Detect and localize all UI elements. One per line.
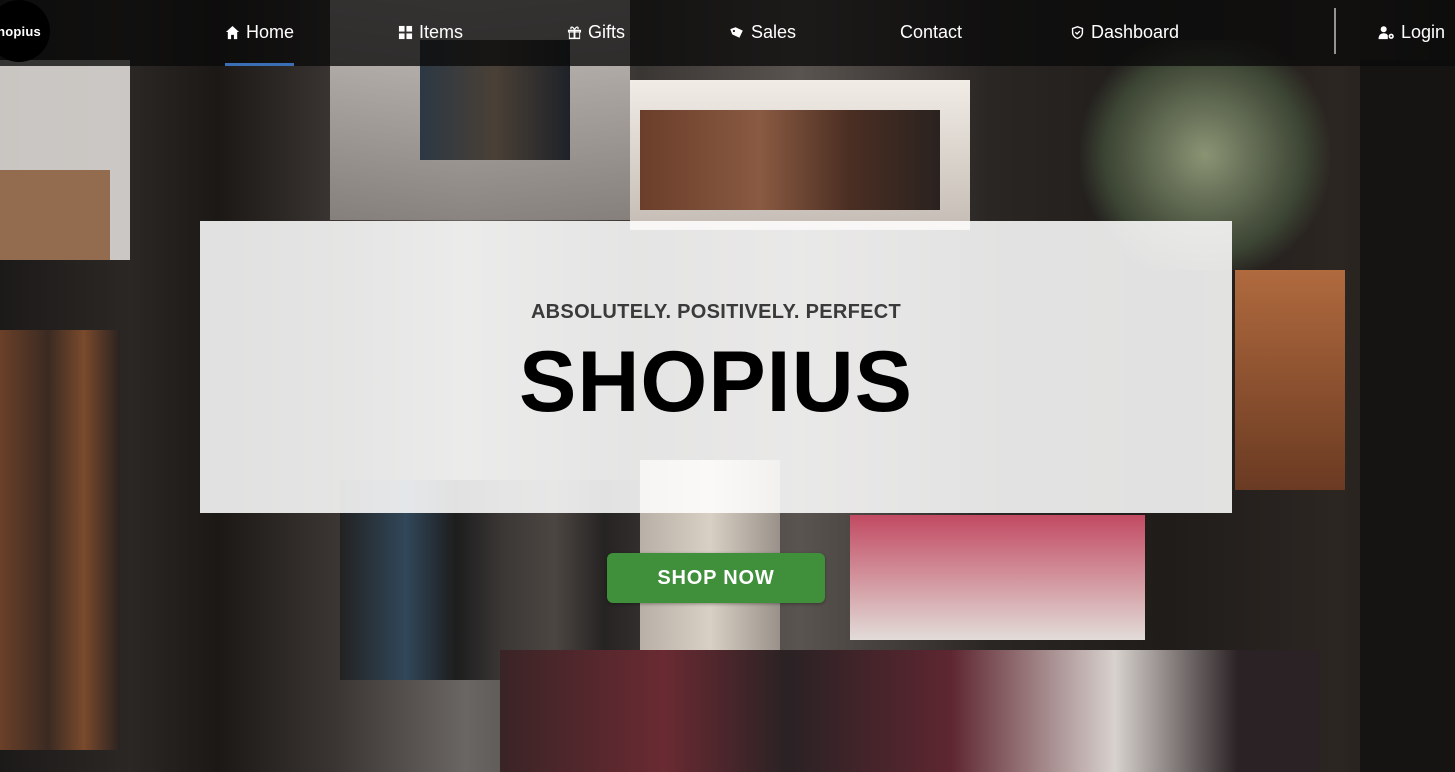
shop-now-button[interactable]: SHOP NOW <box>607 553 825 603</box>
nav-sales-label: Sales <box>751 21 797 42</box>
nav-contact[interactable]: Contact <box>900 0 962 64</box>
grid-icon <box>398 25 413 39</box>
gift-icon <box>567 26 582 39</box>
site-logo[interactable]: hopius <box>0 0 50 62</box>
home-icon <box>225 25 240 39</box>
nav-login-label: Login <box>1401 21 1446 42</box>
user-gear-icon <box>1378 25 1394 39</box>
nav-contact-label: Contact <box>900 21 963 42</box>
hero-tagline: ABSOLUTELY. POSITIVELY. PERFECT <box>530 301 902 323</box>
nav-divider <box>1334 8 1336 54</box>
nav-gifts[interactable]: Gifts <box>567 0 625 64</box>
hero-panel: ABSOLUTELY. POSITIVELY. PERFECT SHOPIUS <box>200 221 1232 513</box>
nav-items-label: Items <box>419 21 464 42</box>
nav-sales[interactable]: Sales <box>730 0 796 64</box>
shield-icon <box>1071 25 1084 39</box>
nav-home-label: Home <box>246 21 295 42</box>
top-navbar: hopius Home Items Gifts Sales Contact Da… <box>0 0 1455 66</box>
nav-items[interactable]: Items <box>398 0 463 64</box>
hero-brand-title: SHOPIUS <box>518 334 914 430</box>
nav-dashboard[interactable]: Dashboard <box>1070 0 1179 64</box>
nav-home[interactable]: Home <box>225 0 295 66</box>
nav-login[interactable]: Login <box>1378 0 1445 64</box>
nav-dashboard-label: Dashboard <box>1091 21 1180 42</box>
tag-icon <box>730 26 743 38</box>
nav-gifts-label: Gifts <box>588 21 626 42</box>
